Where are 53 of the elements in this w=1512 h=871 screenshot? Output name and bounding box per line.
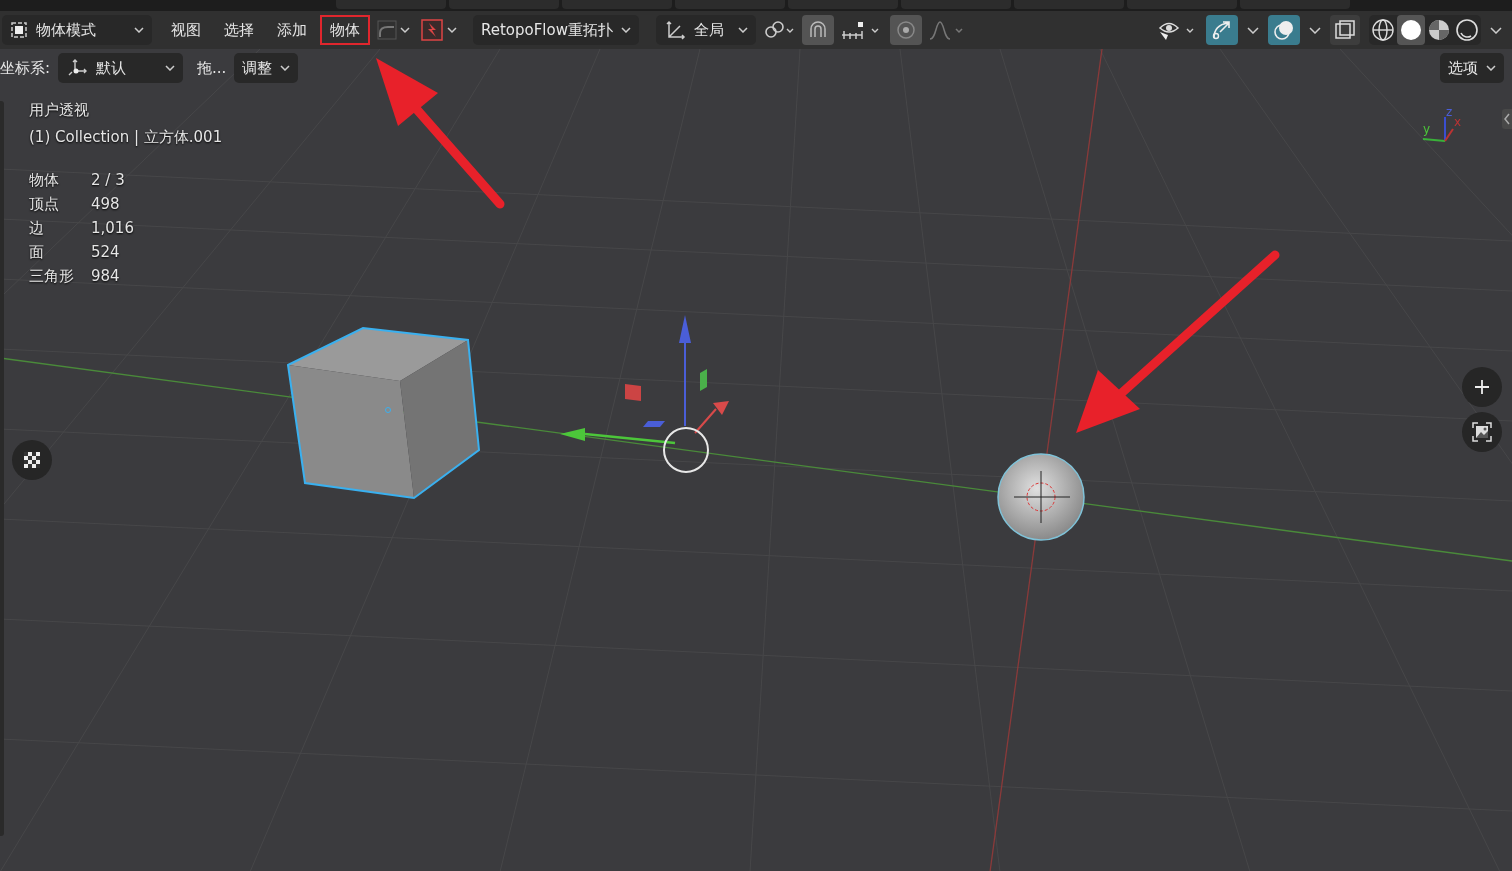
gizmo-toggle[interactable] bbox=[1206, 15, 1238, 45]
caret-icon bbox=[1490, 26, 1502, 34]
sidebar-toggle[interactable] bbox=[1502, 109, 1512, 129]
menu-item[interactable]: 物体 bbox=[320, 15, 370, 45]
stat-label: 顶点 bbox=[29, 195, 60, 214]
z-axis-label: z bbox=[1446, 105, 1453, 119]
caret-icon bbox=[1309, 26, 1321, 34]
caret-icon bbox=[621, 27, 631, 33]
stat-label: 边 bbox=[29, 219, 45, 238]
menu-item[interactable]: 添加 bbox=[267, 15, 317, 45]
mode-dropdown[interactable]: 物体模式 bbox=[2, 15, 152, 45]
view-name: 用户透视 bbox=[29, 101, 90, 121]
caret-icon bbox=[165, 65, 176, 71]
axes-icon bbox=[664, 19, 686, 41]
coordinate-label: 坐标系: bbox=[0, 58, 51, 78]
stat-value: 524 bbox=[91, 243, 121, 262]
caret-icon bbox=[1486, 65, 1496, 71]
stat-label: 三角形 bbox=[29, 267, 75, 286]
stat-label: 面 bbox=[29, 243, 45, 262]
orientation-dropdown[interactable]: 全局 bbox=[656, 15, 756, 45]
stat-value: 984 bbox=[91, 267, 121, 286]
caret-icon bbox=[134, 27, 144, 33]
xray-toggle[interactable] bbox=[1330, 15, 1360, 45]
options-dropdown[interactable]: 选项 bbox=[1440, 53, 1504, 83]
menu-item[interactable]: 选择 bbox=[214, 15, 264, 45]
object-mode-icon bbox=[10, 21, 28, 39]
snap-toggle[interactable] bbox=[802, 15, 834, 45]
caret-icon bbox=[280, 65, 291, 71]
picture-frame-icon bbox=[1471, 421, 1493, 443]
stat-value: 2 / 3 bbox=[91, 171, 126, 190]
3d-cursor bbox=[663, 427, 709, 473]
checker-toggle-button[interactable] bbox=[12, 440, 52, 480]
add-view-button[interactable] bbox=[1462, 367, 1502, 407]
menu-item[interactable]: 视图 bbox=[161, 15, 211, 45]
retopoflow-dropdown[interactable]: RetopoFlow重拓扑 bbox=[473, 15, 639, 45]
navigation-gizmo-drawing bbox=[1422, 116, 1454, 142]
camera-view-button[interactable] bbox=[1462, 412, 1502, 452]
collection-info: (1) Collection | 立方体.001 bbox=[29, 128, 223, 148]
overlays-toggle[interactable] bbox=[1268, 15, 1300, 45]
caret-icon bbox=[738, 27, 748, 33]
solid-shading-button[interactable] bbox=[1397, 15, 1425, 45]
x-axis-label: x bbox=[1454, 115, 1462, 129]
adjust-dropdown[interactable]: 调整 bbox=[234, 53, 299, 83]
plus-icon bbox=[1474, 379, 1490, 395]
proportional-edit-toggle[interactable] bbox=[890, 15, 922, 45]
drag-label: 拖... bbox=[197, 58, 227, 78]
stat-value: 498 bbox=[91, 195, 121, 214]
y-axis-label: y bbox=[1423, 122, 1431, 136]
caret-icon bbox=[1247, 26, 1259, 34]
stat-label: 物体 bbox=[29, 171, 60, 190]
pivot-point-dropdown[interactable]: 默认 bbox=[58, 53, 184, 83]
checkerboard-icon bbox=[22, 450, 42, 470]
stat-value: 1,016 bbox=[91, 219, 135, 238]
